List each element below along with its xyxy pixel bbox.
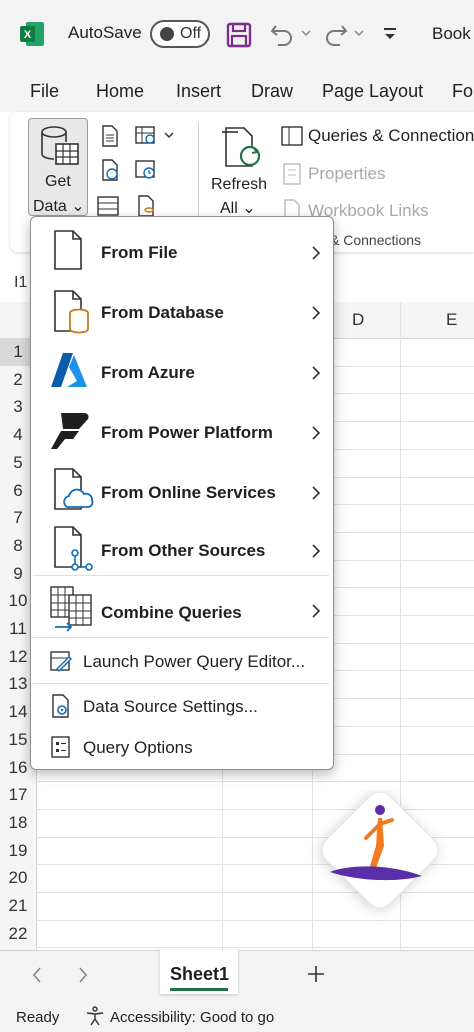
toggle-knob [160,27,174,41]
from-table-icon[interactable] [96,194,120,218]
properties-button[interactable]: Properties [308,164,385,184]
existing-connections-icon[interactable] [134,194,158,218]
chevron-right-icon [312,366,321,380]
column-header[interactable]: E [446,310,457,330]
queries-connections-icon [281,126,303,146]
from-text-icon[interactable] [98,124,122,148]
svg-text:X: X [24,29,32,41]
combine-icon [50,586,92,632]
menu-item-label: From Database [101,303,224,322]
menu-item-launch-power-query-editor[interactable]: Launch Power Query Editor... [31,643,331,681]
properties-icon [283,163,301,185]
chevron-down-icon[interactable] [162,126,176,144]
row-header[interactable]: 17 [0,785,36,805]
menu-item-label: Combine Queries [101,603,242,622]
menu-item-from-online-services[interactable]: From Online Services [31,465,331,517]
get-data-menu: From File From Database From Azure From … [30,216,334,770]
name-box[interactable]: I1 [14,274,27,292]
other-sources-icon [54,526,93,571]
menu-separator [33,683,329,684]
queries-connections-button[interactable]: Queries & Connections [308,126,474,146]
add-sheet-icon[interactable] [305,963,327,985]
document-title: Book [432,24,471,43]
tab-page-layout[interactable]: Page Layout [322,81,423,102]
menu-item-label: From Online Services [101,483,276,502]
menu-item-label: Launch Power Query Editor... [83,652,306,671]
menu-item-label: Data Source Settings... [83,697,258,716]
redo-icon[interactable] [322,20,350,48]
power-platform-icon [51,413,89,449]
tab-formulas[interactable]: Fo [452,81,473,102]
menu-item-label: From File [101,243,178,262]
menu-item-query-options[interactable]: Query Options [31,729,331,767]
settings-icon [52,694,69,718]
autosave-toggle[interactable]: Off [150,20,210,48]
accessibility-status[interactable]: Accessibility: Good to go [110,1009,274,1026]
row-header[interactable]: 21 [0,896,36,916]
autosave-label: AutoSave [68,23,142,42]
chevron-right-icon [312,246,321,260]
status-ready: Ready [16,1009,60,1026]
chevron-down-icon[interactable] [353,28,365,38]
refresh-label: All ⌄ [220,200,256,217]
menu-separator [33,637,329,638]
tab-draw[interactable]: Draw [251,81,293,102]
chevron-right-icon [312,486,321,500]
autosave-state: Off [180,25,202,42]
customize-toolbar-icon[interactable] [382,25,398,43]
options-icon [51,736,70,758]
menu-item-label: From Other Sources [101,541,266,560]
cloud-file-icon [54,468,94,510]
tab-insert[interactable]: Insert [176,81,221,102]
from-web-icon[interactable] [98,158,122,182]
active-sheet-indicator [170,988,228,991]
chevron-right-icon [312,544,321,558]
tab-file[interactable]: File [30,81,59,102]
chevron-left-icon[interactable] [30,966,44,984]
chevron-right-icon [312,426,321,440]
menu-item-from-database[interactable]: From Database [31,285,331,337]
ribbon-group-label: & Connections [330,232,422,248]
azure-icon [51,353,87,387]
accessibility-icon[interactable] [84,1005,106,1027]
chevron-right-icon [312,306,321,320]
row-header[interactable]: 20 [0,868,36,888]
database-table-icon [41,126,79,165]
excel-logo-icon: X [20,22,44,46]
ribbon-tabs: File Home Insert Draw Page Layout Fo [0,66,474,112]
row-header[interactable]: 18 [0,813,36,833]
menu-item-from-power-platform[interactable]: From Power Platform [31,405,331,457]
recent-sources-icon[interactable] [134,158,158,182]
menu-item-combine-queries[interactable]: Combine Queries [31,583,331,637]
menu-item-label: Query Options [83,738,193,757]
chevron-down-icon[interactable] [300,28,312,38]
column-header[interactable]: D [352,310,364,330]
chevron-right-icon [312,604,321,618]
get-data-label: Get [45,173,71,190]
save-icon[interactable] [226,22,252,48]
tab-home[interactable]: Home [96,81,144,102]
menu-item-label: From Power Platform [101,423,273,442]
menu-item-data-source-settings[interactable]: Data Source Settings... [31,687,331,727]
query-editor-icon [50,651,72,672]
file-icon [54,230,82,270]
row-header[interactable]: 19 [0,841,36,861]
menu-item-label: From Azure [101,363,195,382]
menu-separator [33,575,329,576]
from-picture-icon[interactable] [134,124,158,148]
undo-icon[interactable] [268,20,296,48]
menu-item-from-other-sources[interactable]: From Other Sources [31,523,331,575]
grid-line [36,781,474,783]
menu-item-from-file[interactable]: From File [31,225,331,277]
sheet-tab-label: Sheet1 [170,964,230,984]
menu-item-from-azure[interactable]: From Azure [31,345,331,397]
get-data-label: Data ⌄ [33,198,85,215]
grid-line [36,947,474,949]
chevron-right-icon[interactable] [76,966,90,984]
row-header[interactable]: 22 [0,924,36,944]
brand-logo-icon [321,791,439,909]
refresh-label: Refresh [211,176,268,193]
database-icon [54,290,89,334]
